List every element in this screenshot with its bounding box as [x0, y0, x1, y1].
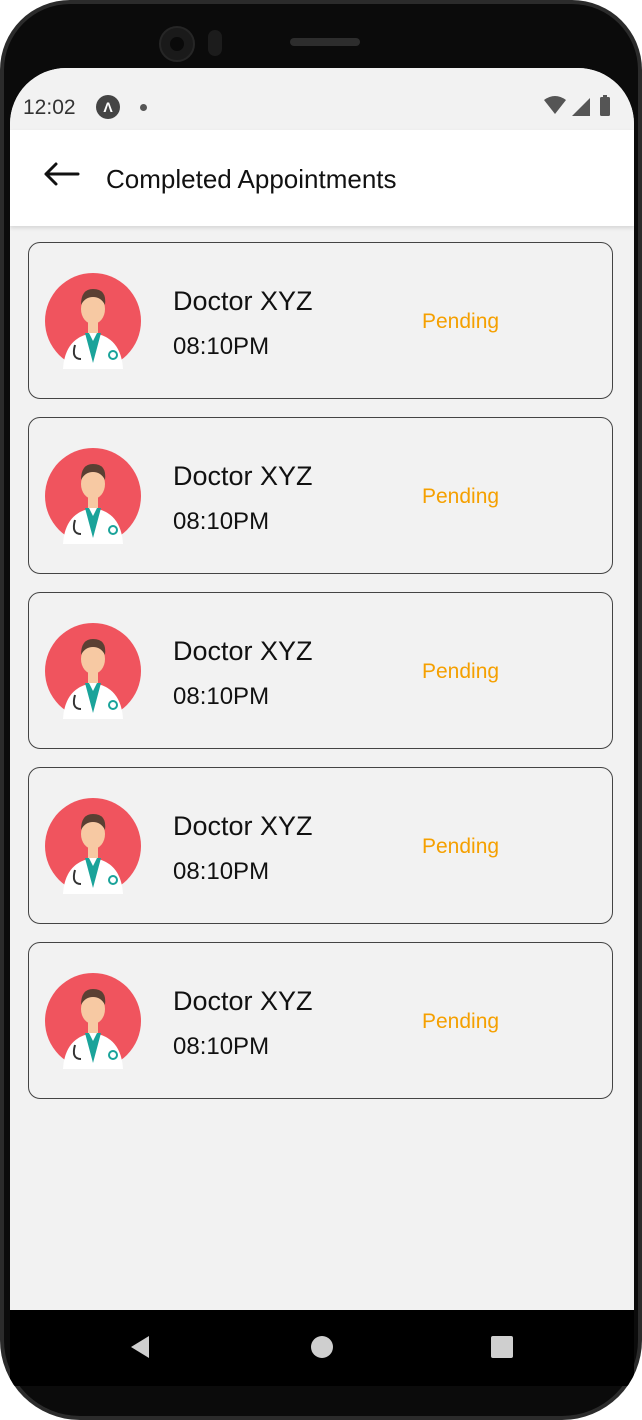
earpiece-speaker	[290, 38, 360, 46]
doctor-name: Doctor XYZ	[173, 986, 313, 1016]
doctor-name: Doctor XYZ	[173, 636, 313, 666]
appointment-card[interactable]: Doctor XYZ 08:10PM Pending	[28, 592, 613, 749]
status-label: Pending	[422, 485, 500, 508]
phone-frame: 12:02 Λ Completed Appointments Doctor XY…	[0, 0, 642, 1420]
doctor-name: Doctor XYZ	[173, 461, 313, 491]
home-circle-icon[interactable]	[307, 1332, 337, 1362]
status-label: Pending	[422, 835, 500, 858]
appointment-card[interactable]: Doctor XYZ 08:10PM Pending	[28, 767, 613, 924]
doctor-avatar-icon	[45, 273, 141, 369]
doctor-name: Doctor XYZ	[173, 286, 313, 316]
status-label: Pending	[422, 310, 500, 333]
doctor-name: Doctor XYZ	[173, 811, 313, 841]
doctor-avatar-icon	[45, 623, 141, 719]
signal-icon	[572, 98, 590, 116]
recents-square-icon[interactable]	[487, 1332, 517, 1362]
doctor-avatar-icon	[45, 973, 141, 1069]
appointment-time: 08:10PM	[173, 683, 270, 710]
status-icons	[544, 95, 610, 116]
system-navigation-bar	[10, 1310, 634, 1386]
back-button[interactable]	[34, 154, 84, 194]
status-bar: 12:02 Λ	[10, 68, 634, 130]
proximity-sensor	[208, 30, 222, 56]
back-triangle-icon[interactable]	[125, 1332, 155, 1362]
status-label: Pending	[422, 1010, 500, 1033]
notification-dot-icon	[140, 104, 147, 111]
status-label: Pending	[422, 660, 500, 683]
app-notification-icon: Λ	[96, 95, 120, 119]
appointment-time: 08:10PM	[173, 508, 270, 535]
front-camera	[159, 26, 195, 62]
appointment-list: Doctor XYZ 08:10PM Pending Doctor XYZ 08…	[28, 242, 616, 1117]
appointment-card[interactable]: Doctor XYZ 08:10PM Pending	[28, 242, 613, 399]
appointment-card[interactable]: Doctor XYZ 08:10PM Pending	[28, 417, 613, 574]
status-time: 12:02	[23, 96, 76, 119]
arrow-left-icon	[44, 162, 80, 186]
appointment-time: 08:10PM	[173, 333, 270, 360]
doctor-avatar-icon	[45, 798, 141, 894]
battery-icon	[600, 97, 610, 116]
doctor-avatar-icon	[45, 448, 141, 544]
page-title: Completed Appointments	[106, 164, 397, 194]
appointment-card[interactable]: Doctor XYZ 08:10PM Pending	[28, 942, 613, 1099]
app-screen: 12:02 Λ Completed Appointments Doctor XY…	[10, 68, 634, 1314]
appointment-time: 08:10PM	[173, 1033, 270, 1060]
wifi-icon	[544, 96, 566, 114]
app-bar: Completed Appointments	[10, 130, 634, 226]
appointment-time: 08:10PM	[173, 858, 270, 885]
